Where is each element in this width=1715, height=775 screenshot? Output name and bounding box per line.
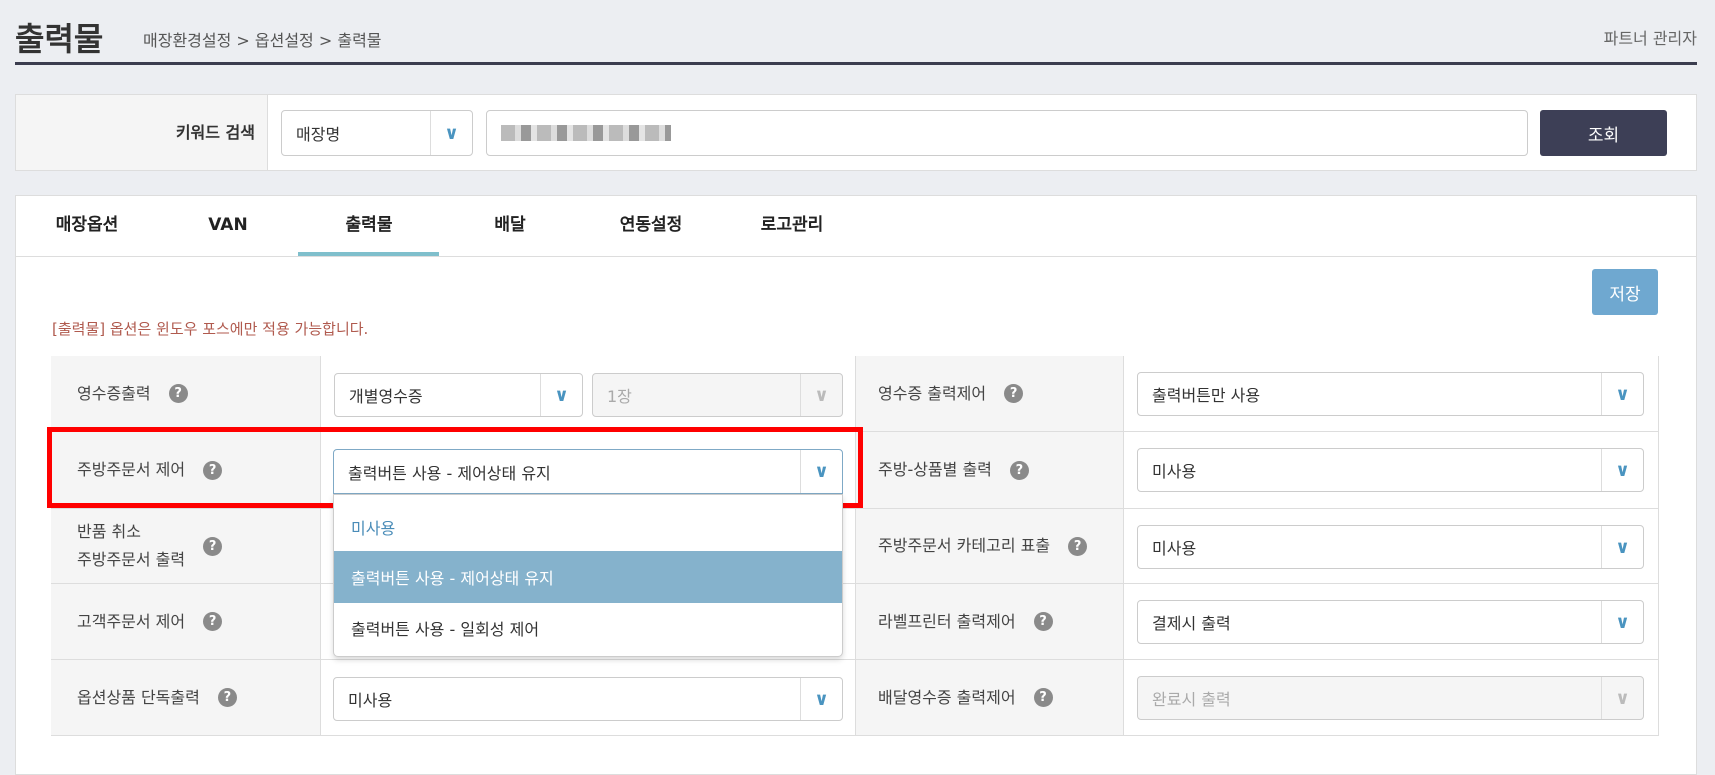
dropdown-option[interactable]: 미사용 — [334, 501, 842, 553]
search-button[interactable]: 조회 — [1540, 110, 1667, 156]
dropdown-list[interactable]: 미사용 출력버튼 사용 - 제어상태 유지 출력버튼 사용 - 일회성 제어 — [333, 494, 843, 657]
option-select[interactable]: 미사용 ∨ — [1137, 525, 1644, 569]
search-type-value: 매장명 — [296, 125, 341, 144]
chevron-down-icon[interactable]: ∨ — [430, 111, 472, 155]
help-icon[interactable]: ? — [1004, 384, 1024, 403]
receipt-count-select: 1장 ∨ — [592, 373, 843, 417]
option-select: 완료시 출력 ∨ — [1137, 676, 1644, 720]
user-label[interactable]: 파트너 관리자 — [1604, 25, 1697, 49]
option-select[interactable]: 결제시 출력 ∨ — [1137, 600, 1644, 644]
search-label: 키워드 검색 — [16, 95, 268, 170]
chevron-down-icon[interactable]: ∨ — [1601, 449, 1643, 491]
row-label: 반품 취소 주방주문서 출력? — [51, 509, 321, 584]
help-icon[interactable]: ? — [203, 536, 223, 556]
save-button[interactable]: 저장 — [1592, 269, 1658, 315]
tab-printouts[interactable]: 출력물 — [346, 195, 393, 257]
option-select[interactable]: 미사용 ∨ — [1137, 448, 1644, 492]
active-tab-indicator — [298, 252, 439, 256]
search-type-select[interactable]: 매장명 ∨ — [281, 110, 473, 156]
chevron-down-icon[interactable]: ∨ — [540, 374, 582, 416]
dropdown-option-selected[interactable]: 출력버튼 사용 - 제어상태 유지 — [334, 551, 842, 603]
help-icon[interactable]: ? — [1068, 536, 1088, 556]
help-icon[interactable]: ? — [168, 384, 188, 403]
row-label: 주방주문서 카테고리 표출? — [856, 509, 1124, 584]
row-label: 영수증출력? — [51, 356, 321, 432]
chevron-down-icon: ∨ — [1601, 677, 1643, 719]
option-product-select[interactable]: 미사용 ∨ — [333, 677, 843, 721]
tab-logo[interactable]: 로고관리 — [761, 195, 824, 257]
breadcrumb: 매장환경설정 > 옵션설정 > 출력물 — [143, 31, 382, 50]
keyword-input[interactable] — [486, 110, 1528, 156]
row-label: 영수증 출력제어? — [856, 356, 1124, 432]
help-icon[interactable]: ? — [203, 612, 223, 631]
tab-delivery[interactable]: 배달 — [494, 195, 525, 257]
receipt-type-select[interactable]: 개별영수증 ∨ — [334, 373, 583, 417]
option-select[interactable]: 출력버튼만 사용 ∨ — [1137, 372, 1644, 416]
row-label: 배달영수증 출력제어? — [856, 660, 1124, 736]
header-divider — [15, 62, 1697, 65]
chevron-down-icon[interactable]: ∨ — [1601, 373, 1643, 415]
help-icon[interactable]: ? — [217, 688, 237, 707]
row-label: 고객주문서 제어? — [51, 584, 321, 660]
tab-integration[interactable]: 연동설정 — [620, 195, 683, 257]
row-label: 주방-상품별 출력? — [856, 432, 1124, 509]
chevron-down-icon[interactable]: ∨ — [800, 678, 842, 720]
chevron-down-icon[interactable]: ∨ — [1601, 526, 1643, 568]
tab-store-options[interactable]: 매장옵션 — [56, 195, 119, 257]
row-label: 옵션상품 단독출력? — [51, 660, 321, 736]
dropdown-option[interactable]: 출력버튼 사용 - 일회성 제어 — [334, 602, 842, 654]
page-title: 출력물 — [15, 20, 104, 58]
help-icon[interactable]: ? — [1033, 688, 1053, 707]
tab-van[interactable]: VAN — [208, 195, 247, 257]
row-label: 라벨프린터 출력제어? — [856, 584, 1124, 660]
help-icon[interactable]: ? — [1033, 612, 1053, 631]
chevron-down-icon: ∨ — [800, 374, 842, 416]
notice-text: [출력물] 옵션은 윈도우 포스에만 적용 가능합니다. — [52, 320, 369, 338]
tab-bar: 매장옵션 VAN 출력물 배달 연동설정 로고관리 — [15, 195, 1697, 257]
chevron-down-icon[interactable]: ∨ — [1601, 601, 1643, 643]
help-icon[interactable]: ? — [1009, 460, 1029, 480]
blurred-keyword — [501, 125, 671, 141]
